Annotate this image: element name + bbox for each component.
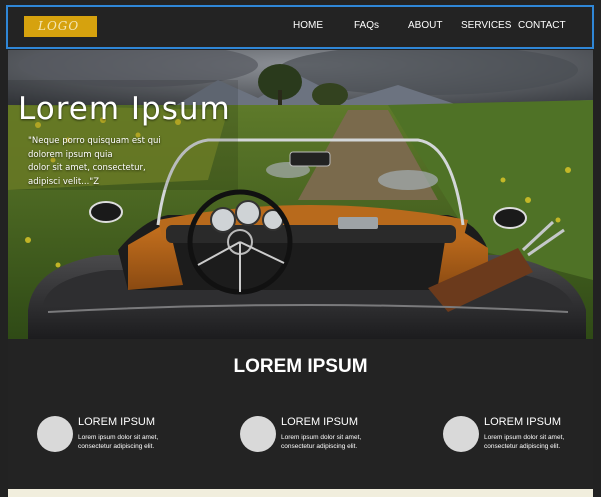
page: LOGO HOME FAQs ABOUT SERVICES CONTACT Lo… — [0, 0, 601, 497]
site-logo[interactable]: LOGO — [24, 16, 97, 37]
feature-title: LOREM IPSUM — [281, 416, 359, 428]
hero-title: Lorem Ipsum — [18, 91, 231, 127]
nav-home-link[interactable]: HOME — [293, 19, 323, 33]
feature-text: Lorem ipsum dolor sit amet, consectetur … — [78, 433, 188, 451]
hero-quote-line: dolorem ipsum quia — [28, 149, 113, 160]
feature-text-line: Lorem ipsum dolor sit amet, — [281, 434, 362, 441]
feature-text-line: consectetur adipiscing elit. — [484, 443, 561, 450]
hero-quote: "Neque porro quisquam est qui dolorem ip… — [28, 135, 180, 189]
hero-quote-line: "Neque porro quisquam est qui — [28, 136, 161, 146]
feature-text-line: consectetur adipiscing elit. — [78, 443, 155, 450]
feature-text-line: Lorem ipsum dolor sit amet, — [78, 434, 159, 441]
feature-text-line: Lorem ipsum dolor sit amet, — [484, 434, 565, 441]
nav-services-link[interactable]: SERVICES — [461, 19, 511, 33]
feature-icon-circle — [240, 416, 276, 452]
feature-title: LOREM IPSUM — [78, 416, 156, 428]
feature-text-line: consectetur adipiscing elit. — [281, 443, 358, 450]
nav-about-link[interactable]: ABOUT — [408, 19, 442, 33]
feature-text: Lorem ipsum dolor sit amet, consectetur … — [484, 433, 594, 451]
feature-text: Lorem ipsum dolor sit amet, consectetur … — [281, 433, 391, 451]
hero-quote-line: adipisci velit..."Z — [28, 176, 100, 187]
footer-strip — [8, 489, 593, 497]
section-title: LOREM IPSUM — [233, 356, 368, 377]
feature-icon-circle — [37, 416, 73, 452]
feature-icon-circle — [443, 416, 479, 452]
nav-contact-link[interactable]: CONTACT — [518, 19, 566, 33]
nav-faqs-link[interactable]: FAQs — [354, 19, 379, 33]
hero-quote-line: dolor sit amet, consectetur, — [28, 163, 146, 173]
feature-title: LOREM IPSUM — [484, 416, 562, 428]
